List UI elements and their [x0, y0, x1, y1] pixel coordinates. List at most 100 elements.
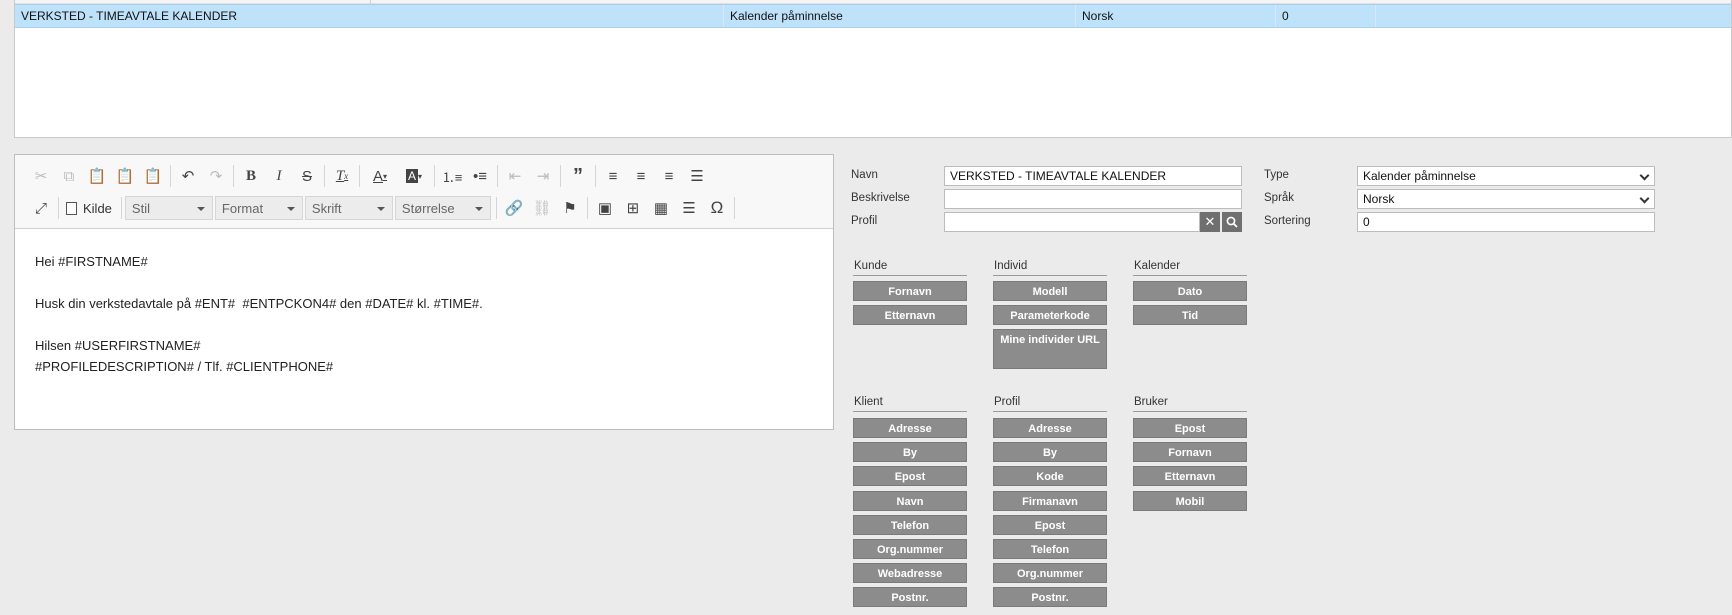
merge-button[interactable]: Epost	[1133, 418, 1247, 438]
language-select[interactable]: Norsk	[1357, 189, 1655, 209]
content-line: Hei #FIRSTNAME#	[35, 254, 148, 269]
chevron-down-icon	[474, 207, 483, 211]
type-label: Type	[1264, 169, 1289, 181]
blockquote-icon[interactable]: ”	[564, 163, 592, 189]
chevron-down-icon	[1639, 193, 1650, 204]
group-title-profil: Profil	[993, 396, 1107, 412]
name-field[interactable]: VERKSTED - TIMEAVTALE KALENDER	[944, 166, 1242, 186]
background-color-icon[interactable]: A ▾	[397, 163, 431, 189]
font-label: Skrift	[311, 200, 342, 216]
description-label: Beskrivelse	[851, 192, 910, 204]
template-grid: VERKSTED - TIMEAVTALE KALENDER Kalender …	[14, 0, 1732, 138]
merge-button[interactable]: Etternavn	[853, 305, 967, 325]
chevron-down-icon	[196, 207, 205, 211]
group-title-bruker: Bruker	[1133, 396, 1247, 412]
format-dropdown[interactable]: Format	[214, 196, 303, 220]
type-select[interactable]: Kalender påminnelse	[1357, 166, 1655, 186]
paste-text-icon[interactable]: 📋	[111, 163, 139, 189]
anchor-flag-icon[interactable]: ⚑	[556, 195, 584, 221]
merge-button[interactable]: Epost	[853, 466, 967, 486]
merge-button[interactable]: Navn	[853, 491, 967, 511]
table-icon[interactable]: ▦	[647, 195, 675, 221]
numbered-list-icon[interactable]: ⒈≡	[438, 163, 466, 189]
align-left-icon[interactable]: ≡	[599, 163, 627, 189]
merge-button[interactable]: Org.nummer	[853, 539, 967, 559]
source-icon	[66, 201, 77, 215]
editor-toolbar: ✂ ⧉ 📋 📋 📋 ↶ ↷ B I S Tx A ▾ A ▾ ⒈≡ •≡ ⇤ ⇥ ”	[15, 155, 833, 229]
size-dropdown[interactable]: Størrelse	[394, 196, 491, 220]
merge-button[interactable]: Parameterkode	[993, 305, 1107, 325]
merge-button[interactable]: Tid	[1133, 305, 1247, 325]
sorting-field[interactable]: 0	[1357, 212, 1655, 232]
unlink-icon[interactable]: ⛓	[528, 195, 556, 221]
content-line: Husk din verkstedavtale på #ENT# #ENTPCK…	[35, 296, 483, 311]
source-label: Kilde	[83, 200, 112, 216]
merge-button[interactable]: Mobil	[1133, 491, 1247, 511]
merge-button[interactable]: Firmanavn	[993, 491, 1107, 511]
toolbar-row-2: ⤢ Kilde Stil Format Skrift Størrelse 🔗 ⛓…	[27, 195, 738, 221]
editor-content[interactable]: Hei #FIRSTNAME# Husk din verkstedavtale …	[35, 251, 483, 377]
merge-button[interactable]: Telefon	[853, 515, 967, 535]
toolbar-row-1: ✂ ⧉ 📋 📋 📋 ↶ ↷ B I S Tx A ▾ A ▾ ⒈≡ •≡ ⇤ ⇥ ”	[27, 163, 711, 189]
remove-format-icon[interactable]: Tx	[328, 163, 356, 189]
merge-button[interactable]: Fornavn	[853, 281, 967, 301]
maximize-icon[interactable]: ⤢	[27, 195, 55, 221]
cell-language: Norsk	[1075, 5, 1275, 27]
indent-icon[interactable]: ⇥	[529, 163, 557, 189]
group-title-klient: Klient	[853, 396, 967, 412]
outdent-icon[interactable]: ⇤	[501, 163, 529, 189]
style-label: Stil	[131, 200, 150, 216]
style-dropdown[interactable]: Stil	[124, 196, 213, 220]
horizontal-rule-icon[interactable]: ☰	[675, 195, 703, 221]
merge-button[interactable]: Adresse	[853, 418, 967, 438]
merge-button[interactable]: Modell	[993, 281, 1107, 301]
image-gallery-icon[interactable]: ⊞	[619, 195, 647, 221]
merge-button[interactable]: By	[993, 442, 1107, 462]
clear-icon[interactable]: ✕	[1200, 212, 1220, 232]
search-icon[interactable]	[1222, 212, 1242, 232]
rich-text-editor: ✂ ⧉ 📋 📋 📋 ↶ ↷ B I S Tx A ▾ A ▾ ⒈≡ •≡ ⇤ ⇥ ”	[14, 154, 834, 430]
name-label: Navn	[851, 169, 878, 181]
merge-button[interactable]: Kode	[993, 466, 1107, 486]
cell-type: Kalender påminnelse	[723, 5, 1075, 27]
link-icon[interactable]: 🔗	[500, 195, 528, 221]
merge-button[interactable]: Etternavn	[1133, 466, 1247, 486]
merge-button[interactable]: Org.nummer	[993, 563, 1107, 583]
merge-button[interactable]: Adresse	[993, 418, 1107, 438]
paste-icon[interactable]: 📋	[83, 163, 111, 189]
merge-button[interactable]: Fornavn	[1133, 442, 1247, 462]
image-icon[interactable]: ▣	[591, 195, 619, 221]
undo-icon[interactable]: ↶	[174, 163, 202, 189]
font-dropdown[interactable]: Skrift	[304, 196, 393, 220]
redo-icon[interactable]: ↷	[202, 163, 230, 189]
align-center-icon[interactable]: ≡	[627, 163, 655, 189]
align-justify-icon[interactable]: ☰	[683, 163, 711, 189]
source-button[interactable]: Kilde	[62, 195, 118, 221]
profile-field[interactable]	[944, 212, 1200, 232]
merge-button[interactable]: Webadresse	[853, 563, 967, 583]
description-field[interactable]	[944, 189, 1242, 209]
bulleted-list-icon[interactable]: •≡	[466, 163, 494, 189]
language-label: Språk	[1264, 192, 1295, 204]
chevron-down-icon	[376, 207, 385, 211]
merge-button[interactable]: Postnr.	[993, 587, 1107, 607]
italic-icon[interactable]: I	[265, 163, 293, 189]
strikethrough-icon[interactable]: S	[293, 163, 321, 189]
merge-button[interactable]: Postnr.	[853, 587, 967, 607]
cut-icon[interactable]: ✂	[27, 163, 55, 189]
merge-button[interactable]: Epost	[993, 515, 1107, 535]
content-line: #PROFILEDESCRIPTION# / Tlf. #CLIENTPHONE…	[35, 359, 334, 374]
align-right-icon[interactable]: ≡	[655, 163, 683, 189]
group-title-individ: Individ	[993, 260, 1107, 276]
table-row[interactable]: VERKSTED - TIMEAVTALE KALENDER Kalender …	[15, 4, 1731, 28]
copy-icon[interactable]: ⧉	[55, 163, 83, 189]
text-color-icon[interactable]: A ▾	[363, 163, 397, 189]
merge-button[interactable]: Mine individer URL	[993, 329, 1107, 369]
paste-word-icon[interactable]: 📋	[139, 163, 167, 189]
merge-button[interactable]: By	[853, 442, 967, 462]
language-value: Norsk	[1363, 192, 1395, 206]
special-char-icon[interactable]: Ω	[703, 195, 731, 221]
merge-button[interactable]: Dato	[1133, 281, 1247, 301]
bold-icon[interactable]: B	[237, 163, 265, 189]
merge-button[interactable]: Telefon	[993, 539, 1107, 559]
